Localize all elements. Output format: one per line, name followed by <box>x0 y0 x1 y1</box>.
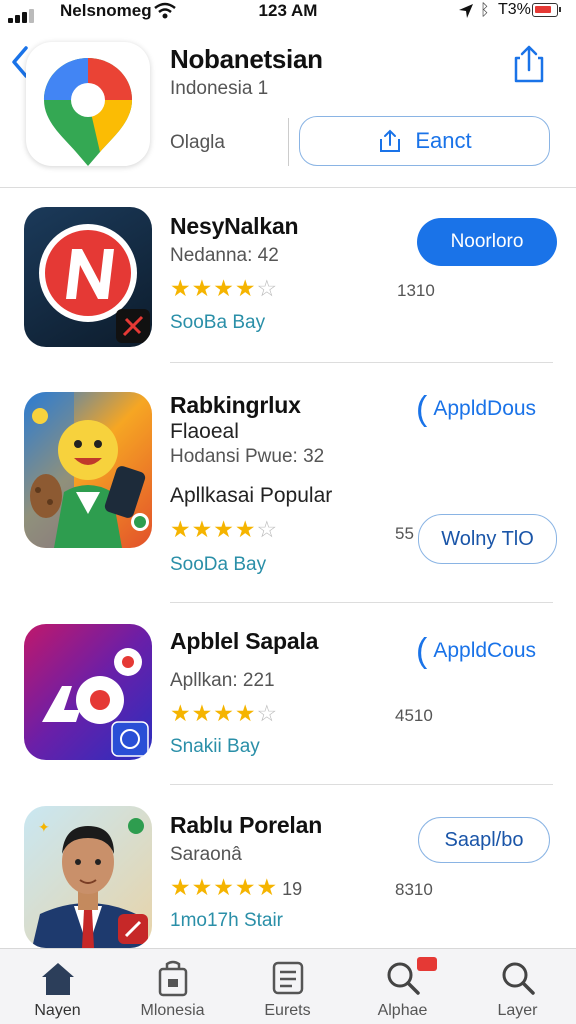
open-link-label: AppldCous <box>433 639 537 662</box>
tab-layer[interactable]: Layer <box>460 949 575 1024</box>
list-icon <box>272 961 304 995</box>
rating-stars: ★★★★☆ <box>170 516 279 542</box>
app-source: SooDa Bay <box>170 554 267 575</box>
status-bar: Nelsnomeg 123 AM ᛒ T3% <box>0 0 576 24</box>
bluetooth-icon: ᛒ <box>480 2 490 19</box>
app-title: NesyNalkan <box>170 213 299 239</box>
app-icon-rabkingrlux <box>24 392 152 548</box>
app-category: Apllkan: 221 <box>170 670 275 691</box>
share-icon[interactable] <box>512 44 546 84</box>
tab-label: Alphae <box>377 1002 428 1019</box>
app-category: Flaoeal <box>170 420 239 443</box>
row-divider <box>170 362 553 363</box>
open-link-label: AppldDous <box>433 397 537 420</box>
app-icon-rablu-porelan: ✦ <box>24 806 152 948</box>
app-title: Rabkingrlux <box>170 392 301 418</box>
get-button[interactable]: Saapl/bo <box>418 817 550 863</box>
rating-count: 55 <box>395 524 414 543</box>
app-source: SooBa Bay <box>170 312 266 333</box>
rating-count: 8310 <box>395 880 433 899</box>
list-item[interactable]: NesyNalkan Nedanna: 42 ★★★★☆ 1310 SooBa … <box>0 207 576 367</box>
tab-label: Layer <box>497 1002 538 1019</box>
app-title: Rablu Porelan <box>170 812 323 838</box>
app-category: Nedanna: 42 <box>170 245 279 266</box>
notification-badge <box>417 957 437 971</box>
header-action-label: Eanct <box>415 128 472 153</box>
row-divider <box>170 602 553 603</box>
rating-value: 19 <box>282 879 303 899</box>
header-app-icon <box>26 42 150 166</box>
rating-stars: ★★★★☆ <box>170 700 279 726</box>
location-icon <box>459 4 473 18</box>
row-divider <box>170 784 553 785</box>
app-source: Snakii Bay <box>170 736 260 757</box>
app-tagline: Apllkasai Popular <box>170 484 333 507</box>
list-item[interactable]: ✦ Rablu Porelan Saraonâ ★★★★★ 19 8310 1mo… <box>0 806 576 948</box>
battery-icon <box>532 3 561 17</box>
app-source: 1mo17h Stair <box>170 910 284 931</box>
tab-label: Mlonesia <box>140 1002 205 1019</box>
open-link-button[interactable]: ( AppldCous <box>416 634 536 668</box>
app-info: Hodansi Pwue: 32 <box>170 446 325 467</box>
get-button[interactable]: Wolny TlO <box>418 514 557 564</box>
list-item[interactable]: Apblel Sapala Apllkan: 221 ★★★★☆ 4510 Sn… <box>0 624 576 764</box>
battery-percent: T3% <box>498 1 531 18</box>
app-category: Saraonâ <box>170 844 242 865</box>
rating-count: 4510 <box>395 706 433 725</box>
shopping-bag-icon <box>158 960 188 997</box>
tab-bar: Nayen Mlonesia Eurets Alphae Layer <box>0 948 576 1024</box>
tab-alphae[interactable]: Alphae <box>345 949 460 1024</box>
developer-name: Olaglа <box>170 132 225 153</box>
page-title: Nobanetsian <box>170 44 323 74</box>
tab-label: Nayen <box>34 1002 81 1019</box>
tab-home[interactable]: Nayen <box>0 949 115 1024</box>
app-title: Apblel Sapala <box>170 628 319 654</box>
rating-stars: ★★★★☆ <box>170 275 279 301</box>
app-icon-nesynalkan <box>24 207 152 347</box>
list-item[interactable]: Rabkingrlux Flaoeal Hodansi Pwue: 32 Apl… <box>0 392 576 592</box>
bracket-icon: ( <box>416 632 428 670</box>
app-icon-apblel-sapala <box>24 624 152 760</box>
home-icon <box>42 963 74 995</box>
header-divider <box>288 118 289 166</box>
open-link-button[interactable]: ( AppldDous <box>416 392 536 426</box>
get-button[interactable]: Noorloro <box>417 218 557 266</box>
header-action-button[interactable]: Eanct <box>299 116 550 166</box>
tab-mlonesia[interactable]: Mlonesia <box>115 949 230 1024</box>
svg-text:✦: ✦ <box>38 820 50 836</box>
bracket-icon: ( <box>416 390 428 428</box>
app-header: Nobanetsian Indonesia 1 Olaglа Eanct <box>0 28 576 188</box>
search-icon <box>502 962 535 995</box>
share-icon <box>380 129 401 152</box>
page-subtitle: Indonesia 1 <box>170 78 269 99</box>
tab-eurets[interactable]: Eurets <box>230 949 345 1024</box>
tab-label: Eurets <box>264 1002 311 1019</box>
rating-stars: ★★★★★ 19 <box>170 874 303 900</box>
rating-count: 1310 <box>397 281 435 300</box>
